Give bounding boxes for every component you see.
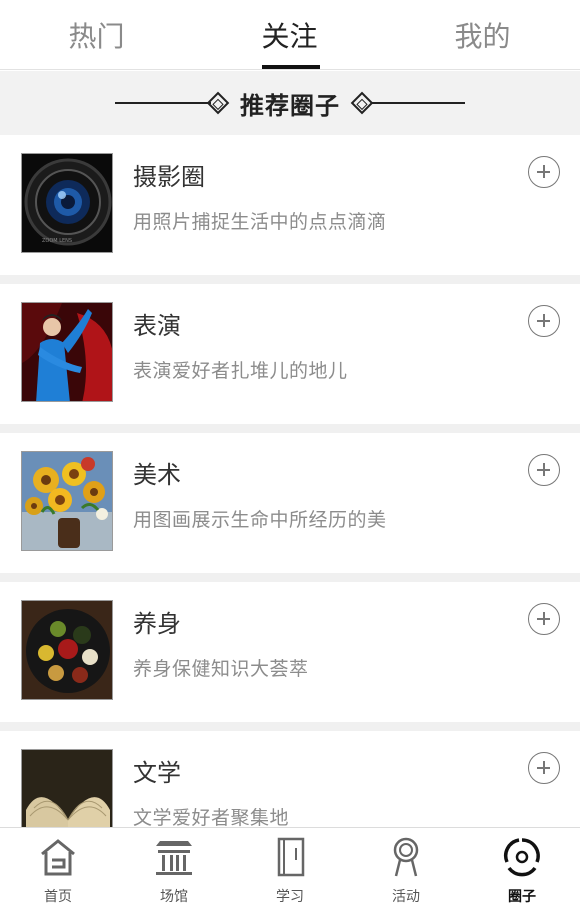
list-item-photography[interactable]: ZOOM LENS 摄影圈 用照片捕捉生活中的点点滴滴 — [0, 135, 580, 275]
nav-home[interactable]: 首页 — [0, 828, 116, 911]
circle-description: 用照片捕捉生活中的点点滴滴 — [133, 211, 387, 233]
tab-mine[interactable]: 我的 — [386, 0, 579, 70]
divider — [0, 275, 580, 284]
nav-venue[interactable]: 场馆 — [116, 828, 232, 911]
circle-icon — [503, 838, 540, 877]
performer-image — [21, 302, 113, 402]
bottom-nav: 首页 场馆 学习 活动 圈子 — [0, 827, 580, 911]
list-item-art[interactable]: 美术 用图画展示生命中所经历的美 — [0, 433, 580, 573]
circle-name: 表演 — [133, 312, 181, 340]
home-icon — [41, 839, 75, 876]
tab-hot[interactable]: 热门 — [0, 0, 193, 70]
circle-name: 文学 — [133, 759, 181, 787]
add-circle-icon[interactable] — [528, 454, 560, 486]
open-book-image — [21, 749, 113, 827]
circle-name: 摄影圈 — [133, 163, 205, 191]
nav-activity[interactable]: 活动 — [348, 828, 464, 911]
section-title: 推荐圈子 — [240, 91, 340, 120]
list-item-wellness[interactable]: 养身 养身保健知识大荟萃 — [0, 582, 580, 722]
nav-study[interactable]: 学习 — [232, 828, 348, 911]
add-circle-icon[interactable] — [528, 752, 560, 784]
add-circle-icon[interactable] — [528, 305, 560, 337]
circle-name: 美术 — [133, 461, 181, 489]
circle-description: 文学爱好者聚集地 — [133, 807, 290, 827]
nav-label: 场馆 — [160, 889, 188, 905]
grains-plate-image — [21, 600, 113, 700]
sunflower-painting-image — [21, 451, 113, 551]
venue-icon — [156, 841, 192, 875]
add-circle-icon[interactable] — [528, 156, 560, 188]
divider — [0, 573, 580, 582]
tab-follow[interactable]: 关注 — [193, 0, 386, 70]
book-icon — [277, 837, 305, 877]
nav-label: 学习 — [276, 889, 304, 905]
circle-description: 养身保健知识大荟萃 — [133, 658, 309, 680]
activity-icon — [393, 837, 419, 877]
svg-text:ZOOM LENS: ZOOM LENS — [42, 238, 72, 244]
list-item-literature[interactable]: 文学 文学爱好者聚集地 — [0, 731, 580, 827]
nav-label: 圈子 — [508, 889, 536, 905]
active-tab-indicator — [262, 65, 320, 69]
top-tab-bar: 热门 关注 我的 — [0, 0, 580, 70]
circle-description: 表演爱好者扎堆儿的地儿 — [133, 360, 348, 382]
nav-circle[interactable]: 圈子 — [464, 828, 580, 911]
divider — [0, 424, 580, 433]
nav-label: 活动 — [392, 889, 420, 905]
circle-name: 养身 — [133, 610, 181, 638]
divider — [0, 722, 580, 731]
nav-label: 首页 — [44, 889, 72, 905]
circle-description: 用图画展示生命中所经历的美 — [133, 509, 387, 531]
section-header: 推荐圈子 — [0, 71, 580, 135]
list-item-performance[interactable]: 表演 表演爱好者扎堆儿的地儿 — [0, 284, 580, 424]
camera-lens-image: ZOOM LENS — [21, 153, 113, 253]
add-circle-icon[interactable] — [528, 603, 560, 635]
